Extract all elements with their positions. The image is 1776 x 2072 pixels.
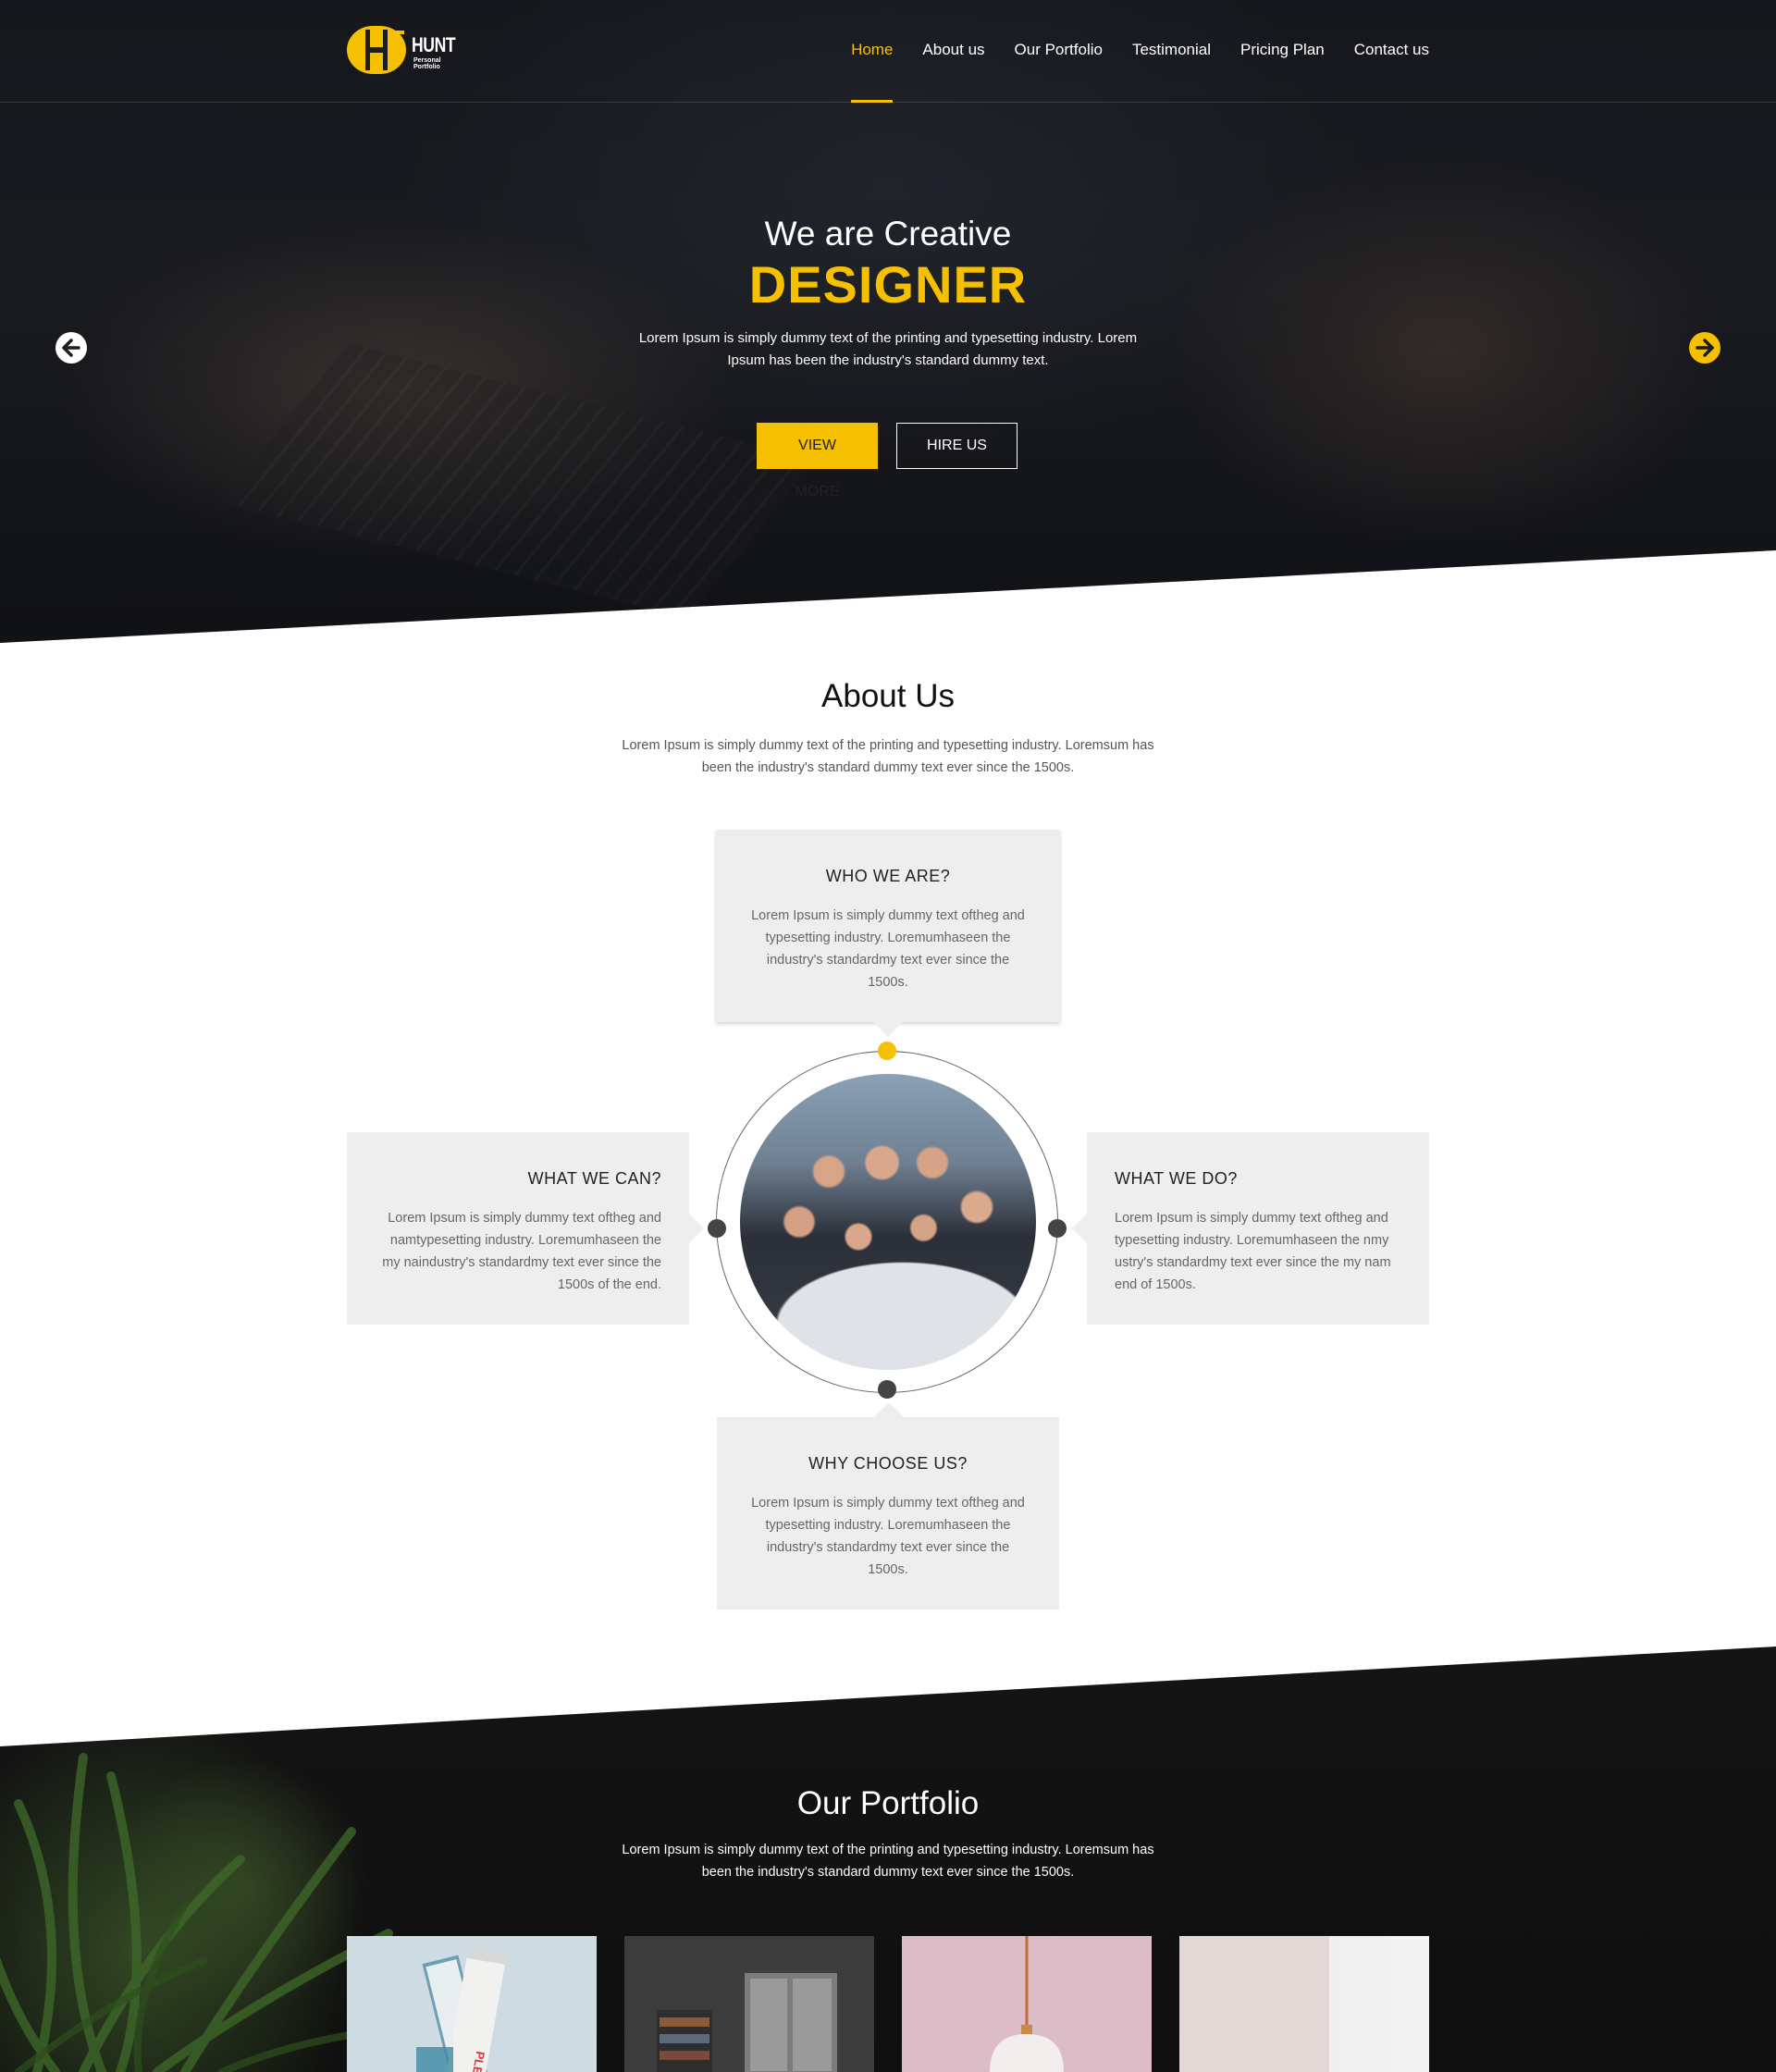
nav-item-home[interactable]: Home (851, 0, 894, 103)
card-what-we-can: WHAT WE CAN? Lorem Ipsum is simply dummy… (347, 1132, 704, 1325)
card-text: Lorem Ipsum is simply dummy text oftheg … (382, 1211, 661, 1292)
about-title: About Us (821, 678, 955, 714)
card-title: WHAT WE CAN? (527, 1169, 661, 1188)
ring-dot-left (708, 1219, 726, 1238)
logo-h-bar (383, 30, 388, 70)
portfolio-item-books[interactable]: PLEN (347, 1936, 597, 2072)
team-photo (740, 1074, 1036, 1370)
ring-dot-right (1048, 1219, 1067, 1238)
nav-item-contact-us[interactable]: Contact us (1354, 0, 1429, 102)
card-text: Lorem Ipsum is simply dummy text oftheg … (1115, 1211, 1391, 1292)
main-nav: Home About us Our Portfolio Testimonial … (851, 0, 1429, 103)
portfolio-item-wall[interactable] (1179, 1936, 1429, 2072)
lamp-image (902, 1936, 1152, 2072)
portfolio-title: Our Portfolio (796, 1785, 980, 1821)
card-text: Lorem Ipsum is simply dummy text oftheg … (751, 1496, 1025, 1577)
hero-subtitle: We are Creative (764, 215, 1012, 253)
hero-buttons: VIEW MORE HIRE US (757, 423, 1018, 500)
portfolio-item-lamp[interactable] (902, 1936, 1152, 2072)
hero-description: Lorem Ipsum is simply dummy text of the … (638, 330, 1138, 368)
portfolio-item-room[interactable] (624, 1936, 874, 2072)
nav-item-about-us[interactable]: About us (922, 0, 984, 102)
arrow-right-icon (1696, 339, 1714, 357)
top-navbar: HUNT Personal Portfolio Home About us Ou… (0, 0, 1776, 103)
view-more-button[interactable]: VIEW MORE (757, 423, 878, 500)
arrow-left-icon (62, 339, 80, 357)
card-why-choose-us: WHY CHOOSE US? Lorem Ipsum is simply dum… (717, 1402, 1059, 1610)
books-image: PLEN (347, 1936, 597, 2072)
card-title: WHO WE ARE? (825, 867, 951, 885)
ring-dot-top (878, 1042, 896, 1060)
slider-prev-button[interactable] (56, 332, 87, 364)
nav-item-pricing-plan[interactable]: Pricing Plan (1240, 0, 1325, 102)
portfolio-description: Lorem Ipsum is simply dummy text of the … (622, 1843, 1154, 1880)
hire-us-button[interactable]: HIRE US (896, 423, 1018, 469)
about-description: Lorem Ipsum is simply dummy text of the … (622, 738, 1154, 775)
logo-wordmark: HUNT (412, 33, 456, 56)
nav-item-our-portfolio[interactable]: Our Portfolio (1015, 0, 1103, 102)
ring-dot-bottom (878, 1380, 896, 1399)
slider-next-button[interactable] (1689, 332, 1720, 364)
site-logo[interactable]: HUNT Personal Portfolio (347, 26, 458, 78)
logo-tagline: Personal Portfolio (413, 57, 441, 70)
room-image (624, 1936, 874, 2072)
card-text: Lorem Ipsum is simply dummy text oftheg … (751, 908, 1025, 990)
card-who-we-are: WHO WE ARE? Lorem Ipsum is simply dummy … (716, 830, 1060, 1037)
card-what-we-do: WHAT WE DO? Lorem Ipsum is simply dummy … (1072, 1132, 1429, 1325)
card-title: WHY CHOOSE US? (808, 1454, 968, 1473)
card-title: WHAT WE DO? (1115, 1169, 1238, 1188)
nav-item-testimonial[interactable]: Testimonial (1132, 0, 1211, 102)
hero-title: DESIGNER (748, 255, 1028, 314)
logo-h-icon (347, 26, 406, 74)
